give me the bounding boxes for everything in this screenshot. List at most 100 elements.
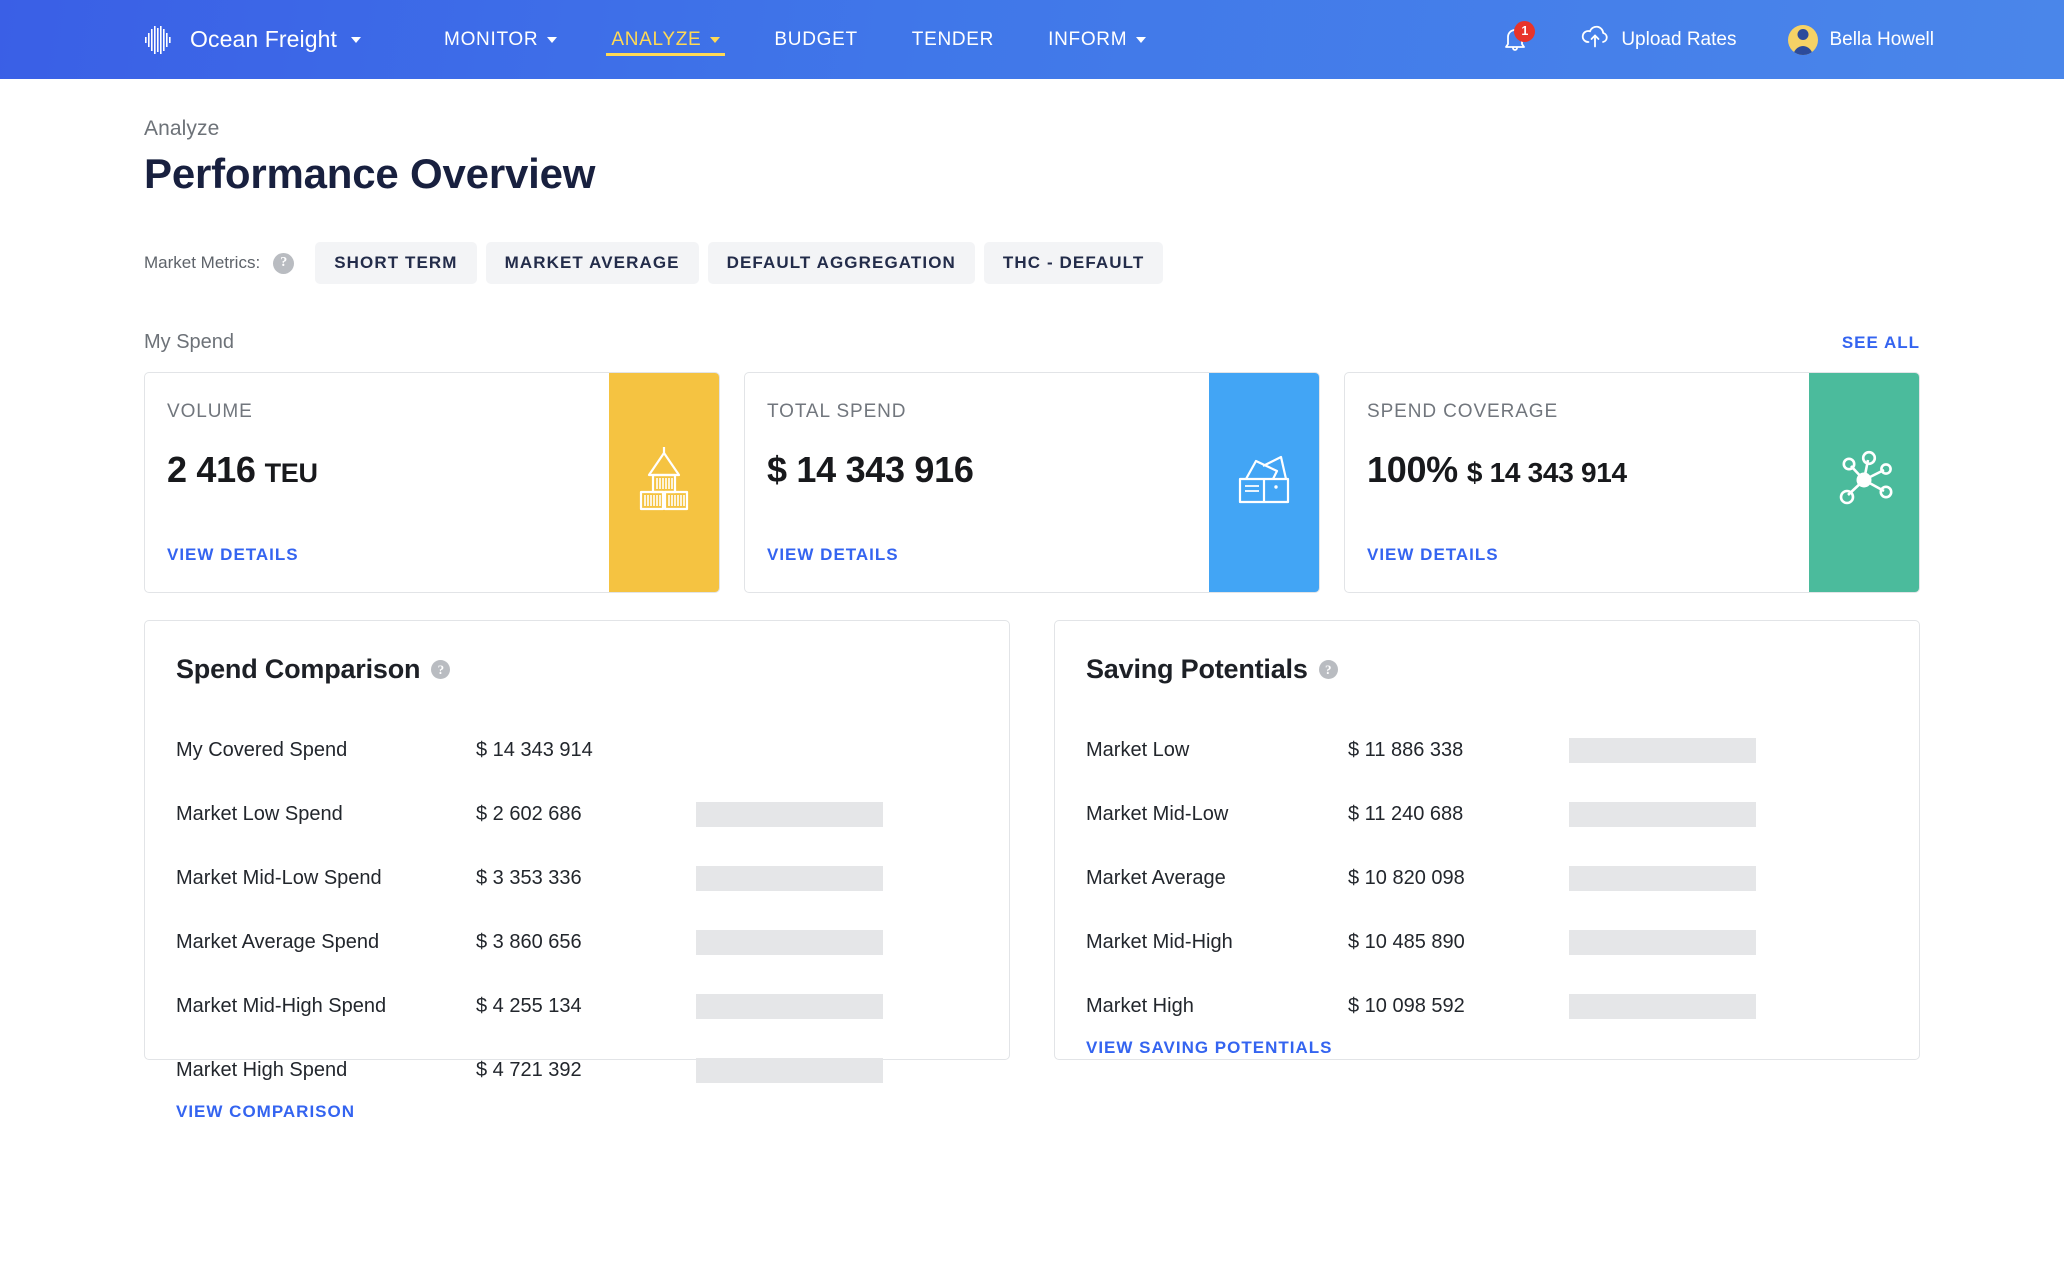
- panel-title-text: Saving Potentials: [1086, 654, 1308, 684]
- kpi-card-volume[interactable]: VOLUME 2 416 TEU VIEW DETAILS: [144, 372, 720, 593]
- bar-track: [1569, 865, 1756, 891]
- kpi-art-panel: [1209, 373, 1319, 592]
- row-label: Market High Spend: [176, 1058, 348, 1081]
- nav-item-inform[interactable]: INFORM: [1021, 0, 1173, 79]
- row-value: $ 14 343 914: [476, 738, 593, 761]
- row-label: Market Average: [1086, 866, 1226, 889]
- kpi-body: VOLUME 2 416 TEU VIEW DETAILS: [145, 373, 609, 592]
- kpi-card-total-spend[interactable]: TOTAL SPEND $ 14 343 916 VIEW DETAILS: [744, 372, 1320, 593]
- primary-nav-links: MONITOR ANALYZE BUDGET TENDER INFORM: [417, 0, 1173, 79]
- kpi-value: $ 14 343 916: [767, 449, 974, 490]
- top-navigation-bar: Ocean Freight MONITOR ANALYZE BUDGET TEN…: [0, 0, 2064, 79]
- bar-track: [1569, 801, 1756, 827]
- table-row: Market High $ 10 098 592: [1086, 974, 1888, 1038]
- chevron-down-icon: [351, 36, 362, 43]
- table-row: Market High Spend $ 4 721 392: [176, 1038, 978, 1102]
- notifications-button[interactable]: 1: [1476, 20, 1554, 55]
- row-label: Market Average Spend: [176, 930, 380, 953]
- table-row: Market Mid-High $ 10 485 890: [1086, 910, 1888, 974]
- kpi-body: TOTAL SPEND $ 14 343 916 VIEW DETAILS: [745, 373, 1209, 592]
- view-details-link[interactable]: VIEW DETAILS: [167, 545, 609, 565]
- help-icon[interactable]: ?: [273, 252, 295, 274]
- brand-logo-link[interactable]: Ocean Freight: [144, 23, 362, 57]
- row-label: Market Mid-Low: [1086, 802, 1229, 825]
- bar-track: [696, 738, 883, 763]
- view-comparison-link[interactable]: VIEW COMPARISON: [176, 1102, 978, 1122]
- view-saving-potentials-link[interactable]: VIEW SAVING POTENTIALS: [1086, 1038, 1888, 1058]
- brand-name: Ocean Freight: [190, 26, 338, 52]
- row-label: Market Mid-High Spend: [176, 994, 387, 1017]
- metric-chip-default-aggregation[interactable]: DEFAULT AGGREGATION: [707, 242, 975, 284]
- table-row: My Covered Spend $ 14 343 914: [176, 718, 978, 782]
- soundwave-logo-icon: [144, 23, 178, 57]
- view-details-link[interactable]: VIEW DETAILS: [1367, 545, 1809, 565]
- wallet-documents-icon: [1230, 449, 1298, 516]
- view-details-link[interactable]: VIEW DETAILS: [767, 545, 1209, 565]
- bar-track: [696, 993, 883, 1019]
- spend-comparison-panel: Spend Comparison ? My Covered Spend $ 14…: [144, 620, 1010, 1121]
- kpi-value-group: 100% $ 14 343 914: [1367, 449, 1809, 491]
- shipping-container-crane-icon: [633, 443, 695, 522]
- help-icon[interactable]: ?: [431, 660, 451, 679]
- market-metrics-label: Market Metrics:: [144, 253, 261, 272]
- my-spend-section-header: My Spend SEE ALL: [144, 331, 1920, 354]
- row-value: $ 4 255 134: [476, 994, 582, 1017]
- analysis-panels: Spend Comparison ? My Covered Spend $ 14…: [144, 620, 1920, 1121]
- row-label: My Covered Spend: [176, 738, 348, 761]
- table-row: Market Mid-High Spend $ 4 255 134: [176, 974, 978, 1038]
- table-row: Market Average $ 10 820 098: [1086, 846, 1888, 910]
- upload-rates-label: Upload Rates: [1621, 28, 1737, 50]
- nav-item-budget[interactable]: BUDGET: [747, 0, 884, 79]
- metric-chip-market-average[interactable]: MARKET AVERAGE: [485, 242, 699, 284]
- table-row: Market Low Spend $ 2 602 686: [176, 782, 978, 846]
- user-menu-button[interactable]: Bella Howell: [1762, 24, 1960, 55]
- row-label: Market Mid-High: [1086, 930, 1233, 953]
- bar-track: [696, 865, 883, 891]
- nav-utility-group: 1 Upload Rates Bella Howell: [1476, 20, 1960, 56]
- kpi-value: 100%: [1367, 449, 1458, 490]
- see-all-link[interactable]: SEE ALL: [1842, 333, 1920, 353]
- row-value: $ 11 240 688: [1348, 802, 1464, 825]
- user-name-label: Bella Howell: [1829, 28, 1934, 50]
- table-row: Market Low $ 11 886 338: [1086, 718, 1888, 782]
- kpi-card-spend-coverage[interactable]: SPEND COVERAGE 100% $ 14 343 914 VIEW DE…: [1344, 372, 1920, 593]
- my-spend-title: My Spend: [144, 331, 235, 353]
- breadcrumb: Analyze: [144, 117, 220, 140]
- spend-comparison-rows: My Covered Spend $ 14 343 914 Market Low…: [176, 718, 978, 1102]
- bar-track: [696, 929, 883, 955]
- upload-rates-button[interactable]: Upload Rates: [1554, 24, 1762, 56]
- table-row: Market Average Spend $ 3 860 656: [176, 910, 978, 974]
- row-value: $ 4 721 392: [476, 1058, 582, 1081]
- metric-chip-short-term[interactable]: SHORT TERM: [315, 242, 477, 284]
- nav-item-label: TENDER: [911, 29, 995, 50]
- nav-item-label: INFORM: [1048, 29, 1128, 50]
- kpi-body: SPEND COVERAGE 100% $ 14 343 914 VIEW DE…: [1345, 373, 1809, 592]
- nav-item-label: MONITOR: [444, 29, 539, 50]
- row-value: $ 10 820 098: [1348, 866, 1465, 889]
- help-icon[interactable]: ?: [1318, 660, 1338, 679]
- row-value: $ 3 860 656: [476, 930, 582, 953]
- row-value: $ 10 098 592: [1348, 994, 1465, 1017]
- kpi-value-group: 2 416 TEU: [167, 449, 609, 491]
- chevron-down-icon: [1136, 36, 1147, 43]
- market-metrics-bar: Market Metrics: ? SHORT TERM MARKET AVER…: [144, 242, 1920, 284]
- nav-item-label: ANALYZE: [611, 29, 702, 50]
- kpi-card-row: VOLUME 2 416 TEU VIEW DETAILS TOTAL SPEN…: [144, 372, 1920, 593]
- nav-item-tender[interactable]: TENDER: [885, 0, 1021, 79]
- metric-chip-thc-default[interactable]: THC - DEFAULT: [983, 242, 1164, 284]
- nav-item-monitor[interactable]: MONITOR: [417, 0, 584, 79]
- kpi-value: 2 416: [167, 449, 256, 490]
- bar-track: [696, 1057, 883, 1083]
- row-label: Market Low: [1086, 738, 1190, 761]
- table-row: Market Mid-Low $ 11 240 688: [1086, 782, 1888, 846]
- nav-item-analyze[interactable]: ANALYZE: [584, 0, 747, 79]
- panel-title-text: Spend Comparison: [176, 654, 421, 684]
- nav-item-label: BUDGET: [774, 29, 858, 50]
- page-content: Analyze Performance Overview Market Metr…: [0, 117, 2064, 1121]
- page-title: Performance Overview: [144, 150, 596, 197]
- bar-track: [1569, 737, 1756, 763]
- kpi-value-group: $ 14 343 916: [767, 449, 1209, 491]
- saving-potentials-rows: Market Low $ 11 886 338 Market Mid-Low $…: [1086, 718, 1888, 1038]
- chevron-down-icon: [547, 36, 558, 43]
- notification-count-badge: 1: [1514, 20, 1536, 42]
